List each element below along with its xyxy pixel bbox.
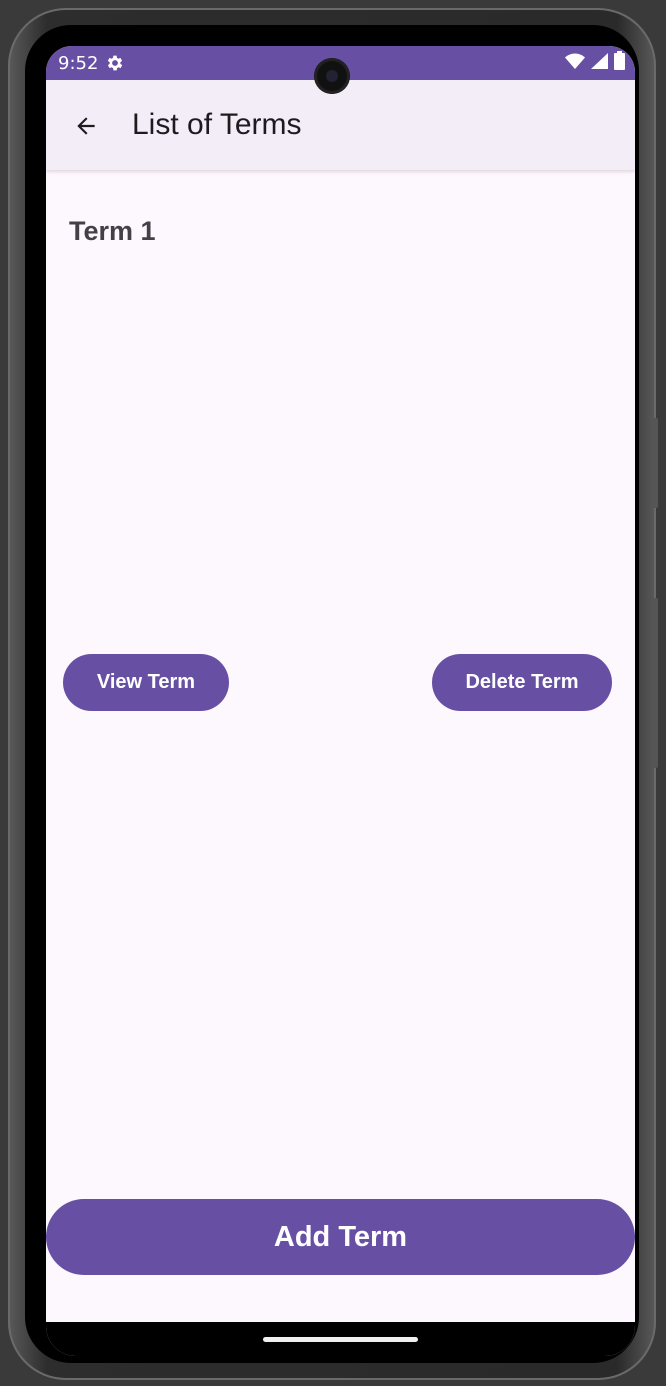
status-time: 9:52 [58, 53, 99, 74]
signal-icon [591, 52, 608, 74]
add-term-button[interactable]: Add Term [46, 1199, 635, 1275]
arrow-back-icon [77, 117, 95, 135]
status-icons [565, 51, 625, 75]
power-button [653, 418, 658, 508]
view-term-button[interactable]: View Term [63, 654, 229, 711]
volume-button [653, 598, 658, 768]
battery-icon [614, 51, 625, 75]
term-title: Term 1 [69, 216, 156, 246]
wifi-icon [565, 53, 585, 74]
delete-term-button[interactable]: Delete Term [432, 654, 612, 711]
home-indicator[interactable] [263, 1337, 418, 1342]
term-list: Term 1 View Term Delete Term [46, 170, 635, 1322]
top-app-bar: List of Terms [46, 80, 635, 170]
gear-icon [105, 53, 125, 73]
back-button[interactable] [66, 106, 106, 146]
front-camera [314, 58, 350, 94]
app-screen: 9:52 List of Terms Term 1 View Term Dele… [46, 46, 635, 1356]
system-nav-bar [46, 1322, 635, 1356]
page-title: List of Terms [132, 108, 302, 141]
device-frame: 9:52 List of Terms Term 1 View Term Dele… [8, 8, 658, 1380]
